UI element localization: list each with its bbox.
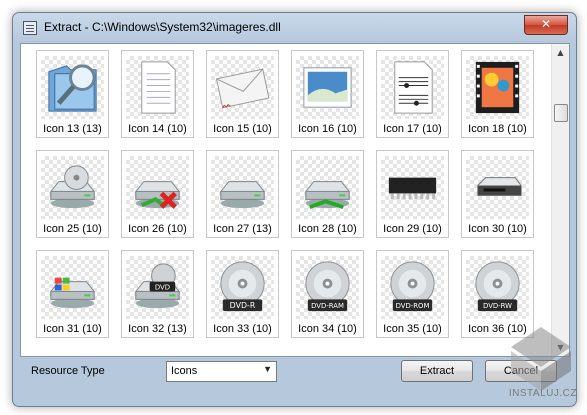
icon-tile[interactable]: Icon 13 (13) bbox=[36, 50, 109, 138]
disc-type-label: DVD-RAM bbox=[311, 302, 344, 310]
icon-tile[interactable]: Icon 30 (10) bbox=[461, 150, 534, 238]
close-button[interactable]: ✕ bbox=[524, 15, 568, 35]
icon-list-panel: Icon 13 (13) Icon 14 (10) Icon 15 (10) Icon… bbox=[20, 43, 570, 357]
title-bar[interactable]: Extract - C:\Windows\System32\imageres.d… bbox=[13, 13, 576, 43]
icon-label: Icon 34 (10) bbox=[298, 323, 357, 335]
icon-tile[interactable]: Icon 31 (10) bbox=[36, 250, 109, 338]
icon-tile[interactable]: Icon 16 (10) bbox=[291, 50, 364, 138]
icon-tile[interactable]: DVD-R Icon 33 (10) bbox=[206, 250, 279, 338]
icon-label: Icon 26 (10) bbox=[128, 223, 187, 235]
icon-tile[interactable]: Icon 28 (10) bbox=[291, 150, 364, 238]
hard-drive-icon bbox=[211, 156, 274, 219]
disc-type-label: DVD-ROM bbox=[396, 302, 430, 310]
window-title: Extract - C:\Windows\System32\imageres.d… bbox=[44, 20, 281, 34]
cd-drive-icon bbox=[41, 156, 104, 219]
icon-tile[interactable]: DVD Icon 32 (13) bbox=[121, 250, 194, 338]
sheet-music-icon bbox=[381, 56, 444, 119]
vertical-scrollbar[interactable]: ▲ ▼ bbox=[551, 44, 569, 356]
icon-label: Icon 29 (10) bbox=[383, 223, 442, 235]
icon-tile[interactable]: Icon 14 (10) bbox=[121, 50, 194, 138]
dvd-rom-disc-icon: DVD-ROM bbox=[381, 256, 444, 319]
icon-tile[interactable]: DVD-ROM Icon 35 (10) bbox=[376, 250, 449, 338]
resource-type-label: Resource Type bbox=[31, 365, 105, 377]
icon-label: Icon 16 (10) bbox=[298, 123, 357, 135]
windows-drive-icon bbox=[41, 256, 104, 319]
icon-label: Icon 14 (10) bbox=[128, 123, 187, 135]
network-drive-icon bbox=[296, 156, 359, 219]
extract-dialog: Extract - C:\Windows\System32\imageres.d… bbox=[12, 12, 577, 407]
dvd-r-disc-icon: DVD-R bbox=[211, 256, 274, 319]
icon-grid: Icon 13 (13) Icon 14 (10) Icon 15 (10) Icon… bbox=[21, 44, 551, 356]
icon-label: Icon 33 (10) bbox=[213, 323, 272, 335]
icon-label: Icon 13 (13) bbox=[43, 123, 102, 135]
scroll-up-arrow-icon[interactable]: ▲ bbox=[552, 44, 569, 61]
dvd-rw-disc-icon: DVD-RW bbox=[466, 256, 529, 319]
resource-type-select[interactable]: Icons ▼ bbox=[166, 361, 277, 382]
icon-label: Icon 17 (10) bbox=[383, 123, 442, 135]
icon-tile[interactable]: Icon 25 (10) bbox=[36, 150, 109, 238]
envelope-icon bbox=[211, 56, 274, 119]
dvd-badge-label: DVD bbox=[155, 283, 170, 291]
icon-label: Icon 27 (13) bbox=[213, 223, 272, 235]
memory-chip-icon bbox=[381, 156, 444, 219]
icon-tile[interactable]: Icon 17 (10) bbox=[376, 50, 449, 138]
icon-label: Icon 31 (10) bbox=[43, 323, 102, 335]
disc-type-label: DVD-R bbox=[230, 301, 256, 310]
scrollbar-thumb[interactable] bbox=[554, 104, 568, 122]
network-drive-disconnected-icon bbox=[126, 156, 189, 219]
folder-search-icon bbox=[41, 56, 104, 119]
dvd-drive-icon: DVD bbox=[126, 256, 189, 319]
app-window-icon bbox=[23, 21, 37, 35]
icon-tile[interactable]: Icon 18 (10) bbox=[461, 50, 534, 138]
video-film-icon bbox=[466, 56, 529, 119]
icon-label: Icon 18 (10) bbox=[468, 123, 527, 135]
icon-label: Icon 28 (10) bbox=[298, 223, 357, 235]
icon-tile[interactable]: Icon 27 (13) bbox=[206, 150, 279, 238]
icon-tile[interactable]: Icon 26 (10) bbox=[121, 150, 194, 238]
icon-tile[interactable]: DVD-RAM Icon 34 (10) bbox=[291, 250, 364, 338]
watermark-logo-icon bbox=[511, 327, 571, 391]
icon-label: Icon 30 (10) bbox=[468, 223, 527, 235]
disc-type-label: DVD-RW bbox=[483, 302, 512, 310]
icon-tile[interactable]: Icon 29 (10) bbox=[376, 150, 449, 238]
dvd-ram-disc-icon: DVD-RAM bbox=[296, 256, 359, 319]
chevron-down-icon: ▼ bbox=[263, 364, 272, 374]
icon-label: Icon 15 (10) bbox=[213, 123, 272, 135]
icon-label: Icon 35 (10) bbox=[383, 323, 442, 335]
document-icon bbox=[126, 56, 189, 119]
picture-icon bbox=[296, 56, 359, 119]
icon-tile[interactable]: Icon 15 (10) bbox=[206, 50, 279, 138]
removable-drive-icon bbox=[466, 156, 529, 219]
extract-button[interactable]: Extract bbox=[401, 360, 473, 382]
icon-label: Icon 25 (10) bbox=[43, 223, 102, 235]
icon-label: Icon 32 (13) bbox=[128, 323, 187, 335]
resource-type-value: Icons bbox=[171, 365, 198, 377]
watermark-text: INSTALUJ.CZ bbox=[508, 388, 577, 399]
